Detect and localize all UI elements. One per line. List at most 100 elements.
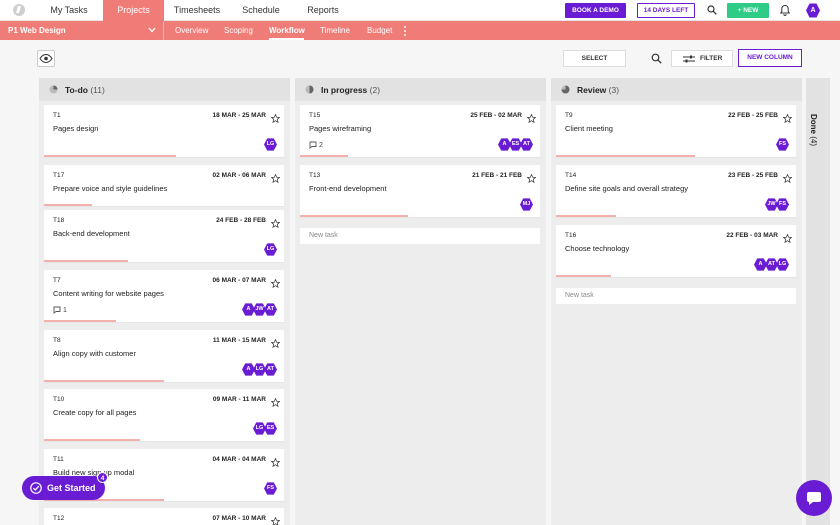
bell-icon[interactable] [779, 4, 791, 16]
trial-days-button[interactable]: 14 DAYS LEFT [637, 3, 695, 18]
star-icon[interactable] [270, 454, 281, 468]
star-icon[interactable] [270, 335, 281, 349]
assignee-avatar[interactable]: FS [776, 198, 789, 211]
visibility-toggle-button[interactable] [37, 50, 55, 67]
star-icon[interactable] [270, 275, 281, 289]
chat-icon [807, 492, 821, 505]
task-card[interactable]: T17 02 MAR - 06 MAR Prepare voice and styl… [44, 165, 284, 207]
star-icon[interactable] [782, 110, 793, 124]
assignee-avatars: MJ [520, 198, 533, 211]
task-progress-bar [44, 155, 176, 157]
assignee-avatars: FS [776, 138, 789, 151]
task-id: T12 [53, 515, 65, 522]
column-header[interactable]: In progress (2) [295, 78, 546, 101]
tab-workflow[interactable]: Workflow [269, 26, 305, 35]
search-icon[interactable] [651, 53, 662, 64]
assignee-avatar[interactable]: LG [264, 243, 277, 256]
logo-icon[interactable] [13, 4, 25, 16]
select-button[interactable]: SELECT [563, 50, 626, 67]
assignee-avatar[interactable]: AT [264, 303, 277, 316]
user-avatar[interactable]: A [806, 3, 820, 18]
star-icon[interactable] [270, 394, 281, 408]
chevron-down-icon [148, 27, 156, 33]
task-progress-bar [44, 320, 116, 322]
nav-tab-timesheets[interactable]: Timesheets [164, 0, 230, 21]
task-card[interactable]: T8 11 MAR - 15 MAR Align copy with custome… [44, 330, 284, 383]
tab-budget[interactable]: Budget [367, 26, 392, 35]
star-icon[interactable] [782, 170, 793, 184]
new-button[interactable]: + NEW [727, 3, 769, 18]
check-icon [30, 482, 42, 494]
status-in-progress-icon [305, 85, 314, 94]
nav-tab-projects[interactable]: Projects [103, 0, 164, 21]
task-card[interactable]: T1 18 MAR - 25 MAR Pages design LG [44, 105, 284, 158]
new-task-input[interactable]: New task [556, 288, 796, 304]
assignee-avatar[interactable]: FS [264, 482, 277, 495]
task-progress-bar [556, 155, 696, 157]
project-subnav: P1 Web Design Overview Scoping Workflow … [0, 21, 840, 40]
task-dates: 23 FEB - 25 FEB [728, 172, 778, 179]
comment-count[interactable]: 1 [53, 306, 67, 314]
task-dates: 24 FEB - 28 FEB [216, 217, 266, 224]
comment-icon [309, 141, 319, 149]
star-icon[interactable] [270, 513, 281, 525]
task-card[interactable]: T13 21 FEB - 21 FEB Front-end development M… [300, 165, 540, 218]
task-card[interactable]: T7 06 MAR - 07 MAR Content writing for web… [44, 270, 284, 323]
star-icon[interactable] [270, 110, 281, 124]
chat-launcher-button[interactable] [796, 480, 832, 516]
more-options-icon[interactable] [404, 26, 407, 36]
assignee-avatar[interactable]: AT [264, 363, 277, 376]
task-card[interactable]: T14 23 FEB - 25 FEB Define site goals and … [556, 165, 796, 218]
tab-timeline[interactable]: Timeline [320, 26, 350, 35]
task-dates: 22 FEB - 25 FEB [728, 112, 778, 119]
assignee-avatar[interactable]: LG [264, 138, 277, 151]
book-demo-button[interactable]: BOOK A DEMO [565, 3, 626, 18]
star-icon[interactable] [526, 110, 537, 124]
task-card[interactable]: T16 22 FEB - 03 MAR Choose technology A AT LG [556, 225, 796, 278]
star-icon[interactable] [526, 170, 537, 184]
filter-button[interactable]: FILTER [671, 50, 733, 67]
task-card[interactable]: T12 07 MAR - 10 MAR [44, 508, 284, 525]
task-dates: 18 MAR - 25 MAR [212, 112, 266, 119]
column-count: (11) [90, 85, 105, 95]
task-card[interactable]: T9 22 FEB - 25 FEB Client meeting FS [556, 105, 796, 158]
task-card[interactable]: T15 25 FEB - 02 MAR Pages wireframing 2 A ES A… [300, 105, 540, 158]
assignee-avatars: JW FS [765, 198, 789, 211]
new-task-input[interactable]: New task [300, 228, 540, 244]
nav-tab-my-tasks[interactable]: My Tasks [35, 0, 103, 21]
star-icon[interactable] [782, 230, 793, 244]
tab-overview[interactable]: Overview [175, 26, 208, 35]
star-icon[interactable] [270, 170, 281, 184]
task-card[interactable]: T18 24 FEB - 28 FEB Back-end development LG [44, 210, 284, 263]
nav-tab-schedule[interactable]: Schedule [230, 0, 292, 21]
assignee-avatar[interactable]: AT [520, 138, 533, 151]
task-progress-bar [300, 155, 348, 157]
task-progress-bar [556, 275, 612, 277]
assignee-avatars: FS [264, 482, 277, 495]
nav-tab-reports[interactable]: Reports [292, 0, 354, 21]
assignee-avatar[interactable]: LG [776, 258, 789, 271]
column-done-collapsed[interactable]: Done (4) [806, 78, 830, 525]
star-icon[interactable] [270, 215, 281, 229]
assignee-avatar[interactable]: MJ [520, 198, 533, 211]
get-started-button[interactable]: Get Started [22, 476, 105, 500]
column-title: In progress [321, 85, 368, 95]
new-column-button[interactable]: NEW COLUMN [738, 49, 802, 67]
project-selector[interactable]: P1 Web Design [0, 21, 164, 40]
column-header[interactable]: To-do (11) [39, 78, 290, 101]
column-header[interactable]: Review (3) [551, 78, 802, 101]
task-id: T18 [53, 217, 65, 224]
project-name: P1 Web Design [8, 26, 66, 35]
assignee-avatar[interactable]: ES [264, 422, 277, 435]
column-review: Review (3) T9 22 FEB - 25 FEB Client meeti… [551, 78, 802, 525]
assignee-avatar[interactable]: FS [776, 138, 789, 151]
search-icon[interactable] [707, 5, 717, 15]
column-title: Done [809, 114, 818, 134]
comment-count[interactable]: 2 [309, 141, 323, 149]
column-to-do: To-do (11) T1 18 MAR - 25 MAR Pages design… [39, 78, 290, 525]
assignee-avatars: A LG AT [242, 363, 277, 376]
column-title: Review [577, 85, 607, 95]
tab-scoping[interactable]: Scoping [224, 26, 253, 35]
task-card[interactable]: T10 09 MAR - 11 MAR Create copy for all pa… [44, 389, 284, 442]
assignee-avatars: LG [264, 138, 277, 151]
